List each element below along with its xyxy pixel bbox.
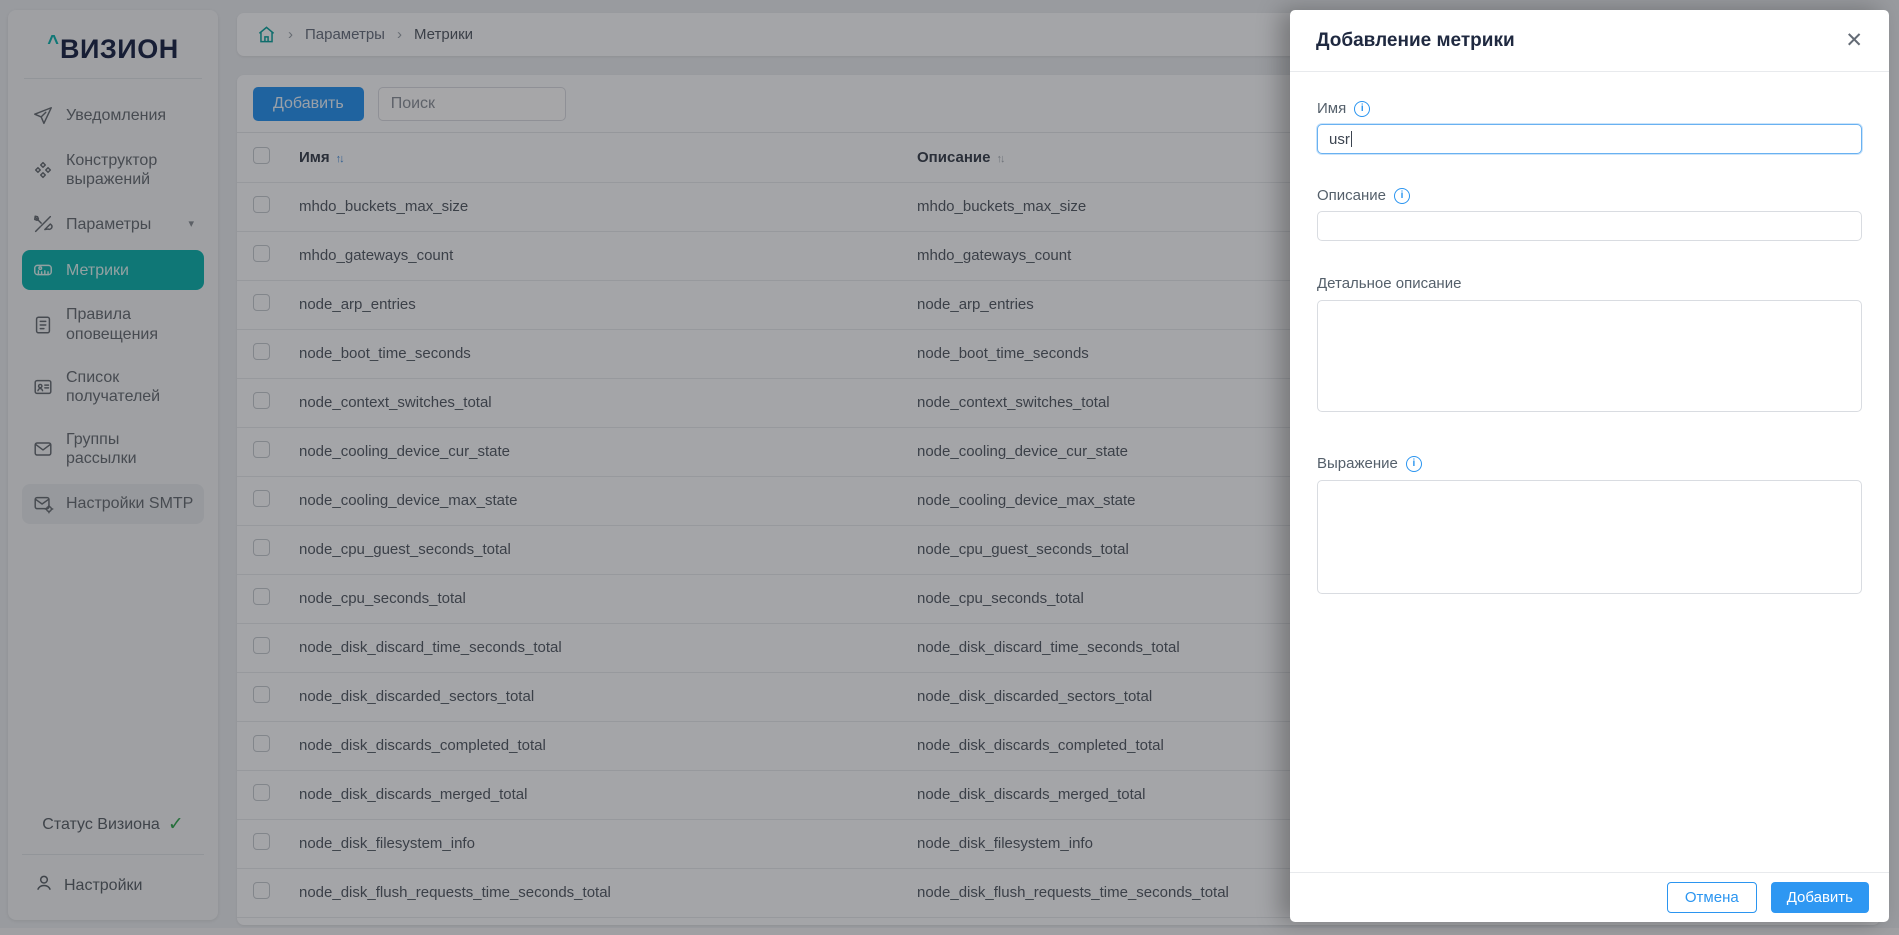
drawer-title: Добавление метрики bbox=[1316, 30, 1515, 52]
info-icon[interactable]: i bbox=[1394, 188, 1410, 204]
drawer-body: Имя i usr Описание i Детальное описание … bbox=[1290, 72, 1889, 872]
expression-field[interactable] bbox=[1317, 480, 1862, 594]
drawer-header: Добавление метрики ✕ bbox=[1290, 10, 1889, 72]
name-field-label: Имя i bbox=[1317, 100, 1862, 117]
info-icon[interactable]: i bbox=[1354, 101, 1370, 117]
detail-description-field[interactable] bbox=[1317, 300, 1862, 412]
detail-field-label: Детальное описание bbox=[1317, 275, 1862, 292]
submit-button[interactable]: Добавить bbox=[1771, 882, 1869, 913]
add-metric-drawer: Добавление метрики ✕ Имя i usr Описание … bbox=[1290, 10, 1889, 922]
close-icon[interactable]: ✕ bbox=[1845, 30, 1863, 51]
description-field[interactable] bbox=[1317, 211, 1862, 241]
drawer-footer: Отмена Добавить bbox=[1290, 872, 1889, 922]
text-cursor bbox=[1351, 131, 1352, 147]
name-field[interactable]: usr bbox=[1317, 124, 1862, 154]
description-field-label: Описание i bbox=[1317, 187, 1862, 204]
cancel-button[interactable]: Отмена bbox=[1667, 882, 1757, 913]
expression-field-label: Выражение i bbox=[1317, 455, 1862, 472]
info-icon[interactable]: i bbox=[1406, 456, 1422, 472]
